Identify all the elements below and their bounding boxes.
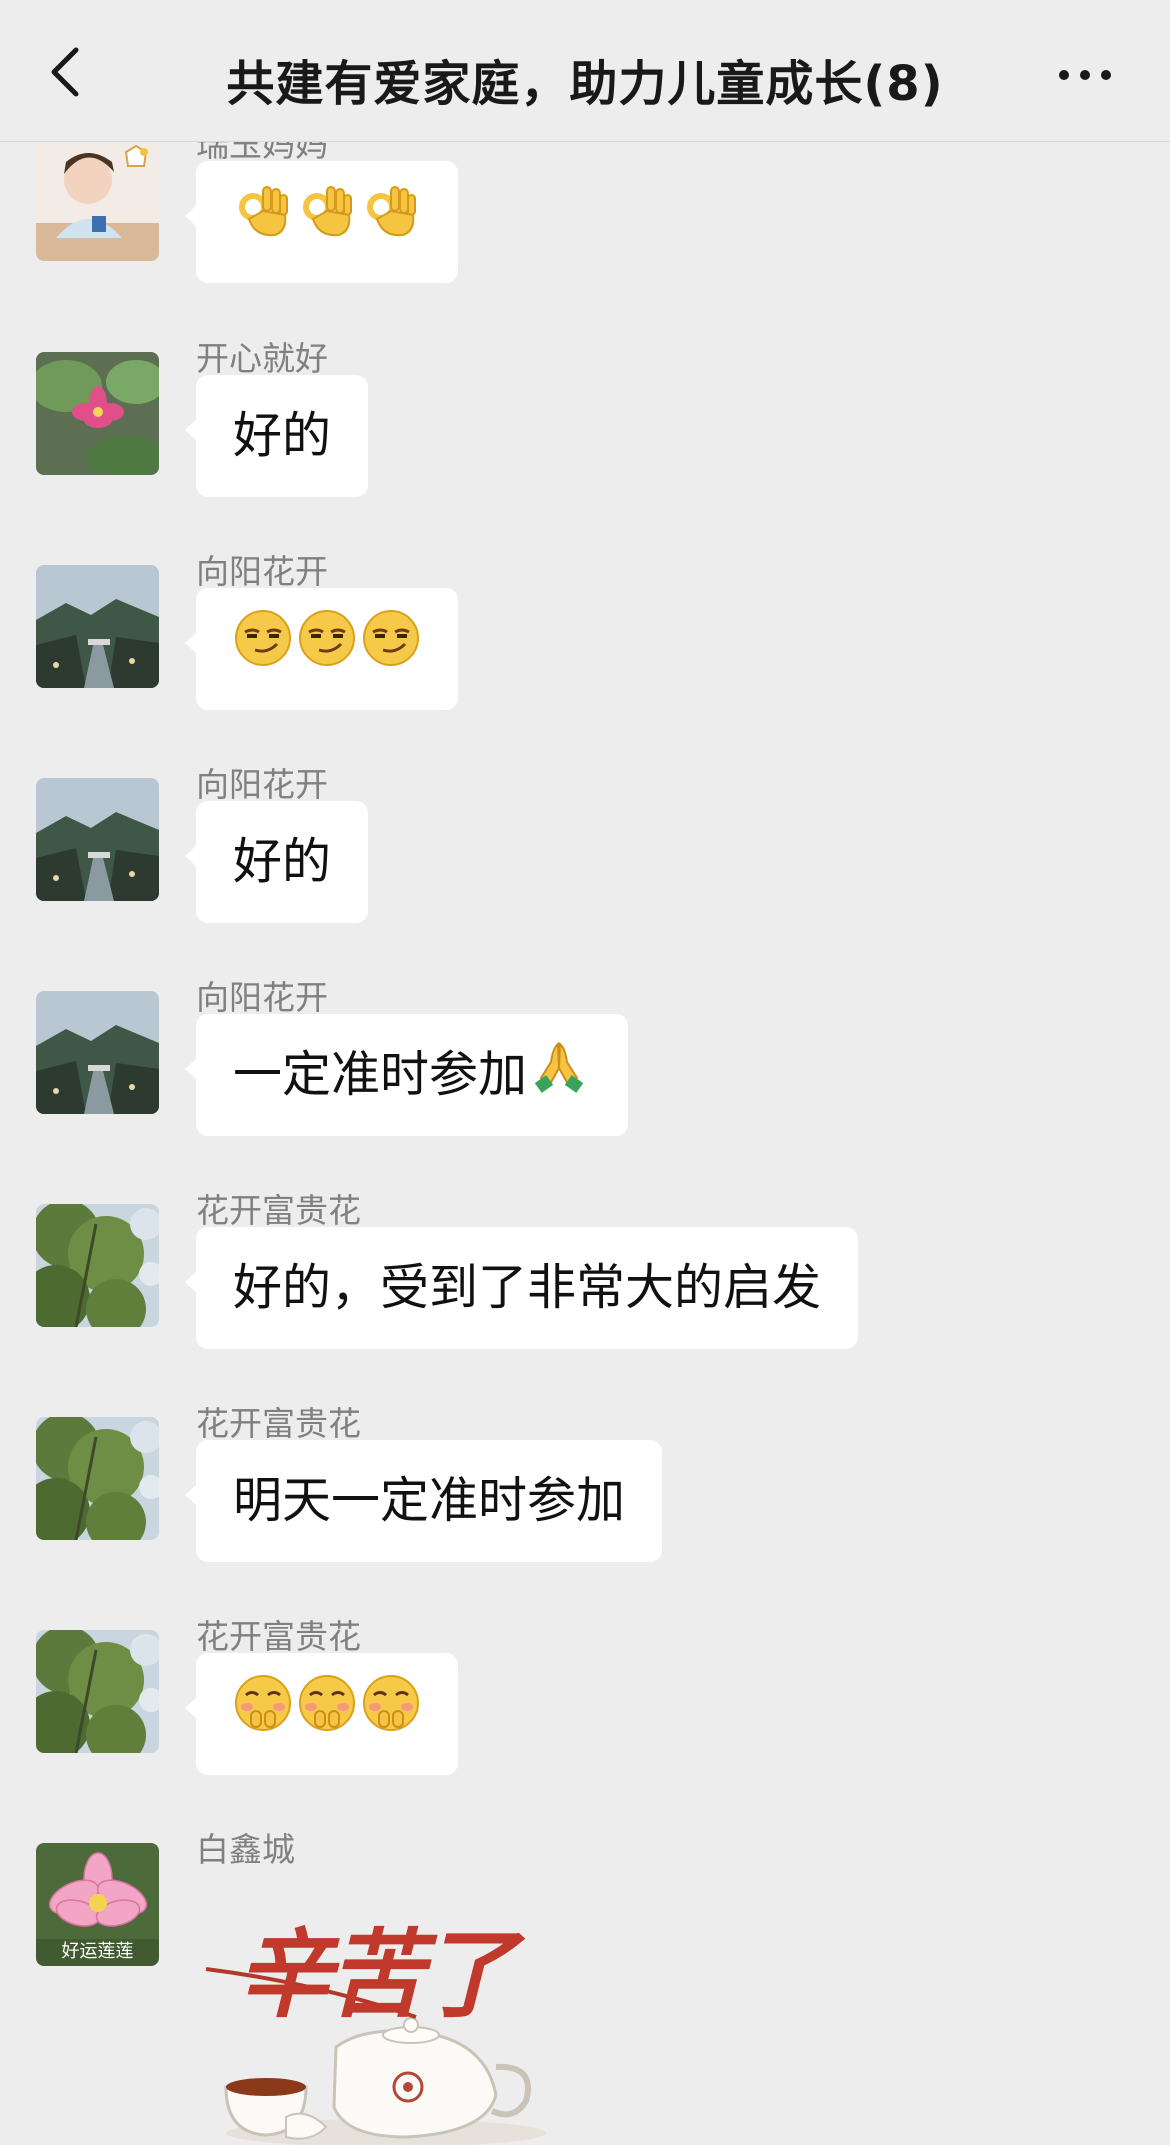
more-dots-icon (1059, 70, 1111, 80)
avatar[interactable] (36, 565, 159, 688)
back-button[interactable] (40, 42, 100, 102)
shy-giggle-face-icon (361, 1656, 421, 1778)
avatar[interactable] (36, 138, 159, 261)
message-bubble[interactable]: 一定准时参加 (184, 1014, 629, 1139)
message-text: 一定准时参加 (233, 1046, 528, 1103)
sender-name: 花开富贵花 (196, 1191, 361, 1230)
avatar[interactable]: 好运莲莲 (36, 1843, 159, 1966)
avatar[interactable] (36, 1630, 159, 1753)
avatar[interactable] (36, 778, 159, 901)
sender-name: 花开富贵花 (196, 1617, 361, 1656)
message-bubble[interactable]: 好的 (184, 375, 369, 497)
sticker-image[interactable]: 辛苦了 (196, 1897, 546, 2145)
smirk-face-icon (361, 591, 421, 713)
chevron-left-icon (51, 47, 79, 97)
message-bubble[interactable] (185, 1653, 458, 1778)
avatar[interactable] (36, 352, 159, 475)
message-bubble[interactable]: 明天一定准时参加 (184, 1440, 663, 1562)
message-bubble[interactable] (185, 588, 458, 713)
chat-message-list[interactable]: 瑞玉妈妈 开心就好 好的 向阳花开 向阳花开 好的 向阳花开 一定准时参加 花开… (0, 0, 1170, 2145)
sender-name: 花开富贵花 (196, 1404, 361, 1443)
message-bubble[interactable]: 好的，受到了非常大的启发 (184, 1227, 859, 1349)
praying-hands-icon (531, 1017, 587, 1139)
message-bubble[interactable] (185, 161, 458, 286)
avatar[interactable] (36, 1204, 159, 1327)
page-title: 共建有爱家庭，助力儿童成长(8) (226, 56, 944, 112)
avatar-caption: 好运莲莲 (61, 1941, 134, 1962)
sender-name: 白鑫城 (196, 1830, 295, 1869)
smirk-face-icon (233, 591, 293, 713)
top-nav-bar: 共建有爱家庭，助力儿童成长(8) (0, 0, 1170, 142)
message-bubble[interactable]: 好的 (184, 801, 369, 923)
more-button[interactable] (1050, 52, 1120, 102)
shy-giggle-face-icon (297, 1656, 357, 1778)
sender-name: 向阳花开 (196, 978, 328, 1017)
sticker-text: 辛苦了 (236, 1918, 516, 2031)
smirk-face-icon (297, 591, 357, 713)
shy-giggle-face-icon (233, 1656, 293, 1778)
avatar[interactable] (36, 1417, 159, 1540)
sender-name: 向阳花开 (196, 552, 328, 591)
sender-name: 向阳花开 (196, 765, 328, 804)
ok-hand-icon (233, 164, 293, 286)
sender-name: 开心就好 (196, 339, 328, 378)
ok-hand-icon (297, 164, 357, 286)
ok-hand-icon (361, 164, 421, 286)
avatar[interactable] (36, 991, 159, 1114)
